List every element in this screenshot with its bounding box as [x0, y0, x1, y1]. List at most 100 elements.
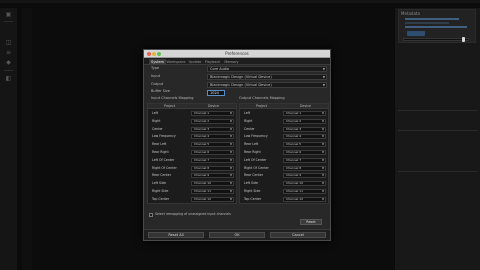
chevron-down-icon: ▼: [322, 119, 324, 123]
tab-update[interactable]: Update: [188, 59, 202, 65]
tab-workspace[interactable]: Workspace: [166, 59, 186, 65]
device-column-header: Device: [300, 104, 311, 108]
project-channel-label: Center: [152, 126, 163, 131]
panel-divider: [398, 110, 478, 111]
chevron-down-icon: ▼: [322, 112, 324, 115]
device-channel-select[interactable]: Channel 7 ▼: [283, 157, 326, 163]
device-channel-select[interactable]: Channel 9 ▼: [191, 173, 234, 179]
project-channel-label: Rear Left: [152, 142, 167, 147]
mapping-row: Left Of Center Channel 7 ▼: [240, 157, 328, 164]
device-channel-select[interactable]: Channel 7 ▼: [191, 157, 234, 163]
chevron-down-icon: ▼: [322, 67, 325, 71]
unassigned-channels-checkbox[interactable]: [149, 213, 153, 217]
panel-divider: [398, 171, 478, 172]
slider-knob[interactable]: [462, 37, 465, 42]
right-inspector-panel: Metadata: [394, 8, 480, 270]
device-channel-select[interactable]: Channel 3 ▼: [283, 126, 326, 132]
audio-input-select[interactable]: Blackmagic Design (Virtual Device) ▼: [207, 74, 327, 80]
device-channel-select[interactable]: Channel 4 ▼: [191, 134, 234, 140]
window-title: Preferences: [225, 51, 249, 56]
device-channel-value: Channel 6: [286, 150, 302, 154]
device-channel-select[interactable]: Channel 4 ▼: [283, 134, 326, 140]
device-channel-select[interactable]: Channel 2 ▼: [283, 118, 326, 124]
device-channel-select[interactable]: Channel 6 ▼: [283, 150, 326, 155]
toolbar-divider: [4, 21, 13, 22]
audio-type-select[interactable]: Core Audio ▼: [207, 66, 327, 72]
project-column-header: Project: [256, 104, 267, 108]
tool-icon[interactable]: ◫: [3, 40, 14, 46]
project-channel-label: Top Center: [152, 196, 170, 201]
audio-input-value: Blackmagic Design (Virtual Device): [210, 75, 272, 79]
unassigned-channels-label: Select remapping of unassigned input cha…: [155, 212, 231, 216]
device-channel-value: Channel 10: [286, 181, 304, 186]
device-channel-select[interactable]: Channel 1 ▼: [283, 111, 326, 116]
app-top-bar: [0, 0, 480, 3]
chevron-down-icon: ▼: [322, 151, 324, 154]
project-channel-label: Left Side: [244, 181, 258, 186]
mapping-row: Left Of Center Channel 7 ▼: [148, 157, 236, 164]
mapping-row: Top Center Channel 12 ▼: [148, 196, 236, 203]
mapping-row: Top Center Channel 12 ▼: [240, 196, 328, 203]
device-channel-select[interactable]: Channel 3 ▼: [191, 126, 234, 132]
device-channel-value: Channel 6: [194, 150, 210, 154]
mapping-row: Right Channel 2 ▼: [240, 118, 328, 125]
dialog-titlebar[interactable]: Preferences: [144, 50, 330, 58]
device-channel-select[interactable]: Channel 10 ▼: [283, 181, 326, 187]
device-channel-value: Channel 12: [194, 196, 212, 201]
chevron-down-icon: ▼: [322, 135, 324, 139]
chevron-down-icon: ▼: [230, 197, 232, 201]
device-channel-select[interactable]: Channel 11 ▼: [283, 189, 326, 194]
mapping-row: Rear Center Channel 9 ▼: [148, 172, 236, 179]
reset-button[interactable]: Reset: [300, 219, 322, 225]
reset-all-button[interactable]: Reset All: [148, 232, 204, 238]
toolbar-divider: [4, 70, 13, 71]
device-channel-select[interactable]: Channel 9 ▼: [283, 173, 326, 179]
device-channel-select[interactable]: Channel 12 ▼: [191, 196, 234, 202]
device-channel-select[interactable]: Channel 8 ▼: [283, 165, 326, 171]
device-channel-select[interactable]: Channel 5 ▼: [283, 142, 326, 148]
mapping-row: Center Channel 3 ▼: [240, 126, 328, 133]
cancel-button[interactable]: Cancel: [270, 232, 326, 238]
buffer-size-input[interactable]: 1024: [207, 90, 225, 96]
tool-icon[interactable]: ▣: [3, 12, 14, 18]
chevron-down-icon: ▼: [322, 75, 325, 79]
device-channel-select[interactable]: Channel 10 ▼: [191, 181, 234, 187]
project-channel-label: Right Side: [244, 189, 261, 193]
device-channel-select[interactable]: Channel 1 ▼: [191, 111, 234, 116]
chevron-down-icon: ▼: [230, 174, 232, 178]
tool-icon[interactable]: ◧: [3, 76, 14, 82]
device-channel-select[interactable]: Channel 8 ▼: [191, 165, 234, 171]
audio-output-select[interactable]: Blackmagic Design (Virtual Device) ▼: [207, 82, 327, 88]
project-channel-label: Rear Center: [244, 173, 264, 178]
project-channel-label: Left Of Center: [244, 157, 267, 162]
mapping-row: Right Side Channel 11 ▼: [148, 188, 236, 195]
inspector-handle[interactable]: [407, 31, 425, 36]
device-channel-select[interactable]: Channel 12 ▼: [283, 196, 326, 202]
tool-icon[interactable]: ◆: [3, 60, 14, 66]
chevron-down-icon: ▼: [322, 182, 324, 186]
tab-system[interactable]: System: [149, 59, 166, 65]
output-mapping-title: Output Channels Mapping: [239, 96, 285, 100]
project-channel-label: Top Center: [244, 196, 262, 201]
inspector-section: Metadata: [398, 9, 476, 43]
device-channel-value: Channel 9: [194, 173, 210, 178]
device-channel-select[interactable]: Channel 5 ▼: [191, 142, 234, 148]
device-channel-select[interactable]: Channel 6 ▼: [191, 150, 234, 155]
device-channel-value: Channel 5: [286, 142, 302, 147]
ok-button[interactable]: OK: [209, 232, 265, 238]
tab-playback[interactable]: Playback: [204, 59, 221, 65]
chevron-down-icon: ▼: [230, 127, 232, 131]
tool-icon[interactable]: ≡: [3, 50, 14, 56]
tab-memory[interactable]: Memory: [223, 59, 240, 65]
preferences-dialog: Preferences System Workspace Update Play…: [143, 49, 331, 241]
inspector-slider[interactable]: [403, 37, 469, 42]
inspector-value-bar: [405, 22, 449, 24]
device-channel-select[interactable]: Channel 11 ▼: [191, 189, 234, 194]
chevron-down-icon: ▼: [322, 158, 324, 162]
output-mapping-header: Project Device: [240, 104, 328, 109]
chevron-down-icon: ▼: [322, 127, 324, 131]
device-channel-select[interactable]: Channel 2 ▼: [191, 118, 234, 124]
chevron-down-icon: ▼: [322, 174, 324, 178]
device-channel-value: Channel 9: [286, 173, 302, 178]
mapping-row: Rear Right Channel 6 ▼: [240, 149, 328, 156]
